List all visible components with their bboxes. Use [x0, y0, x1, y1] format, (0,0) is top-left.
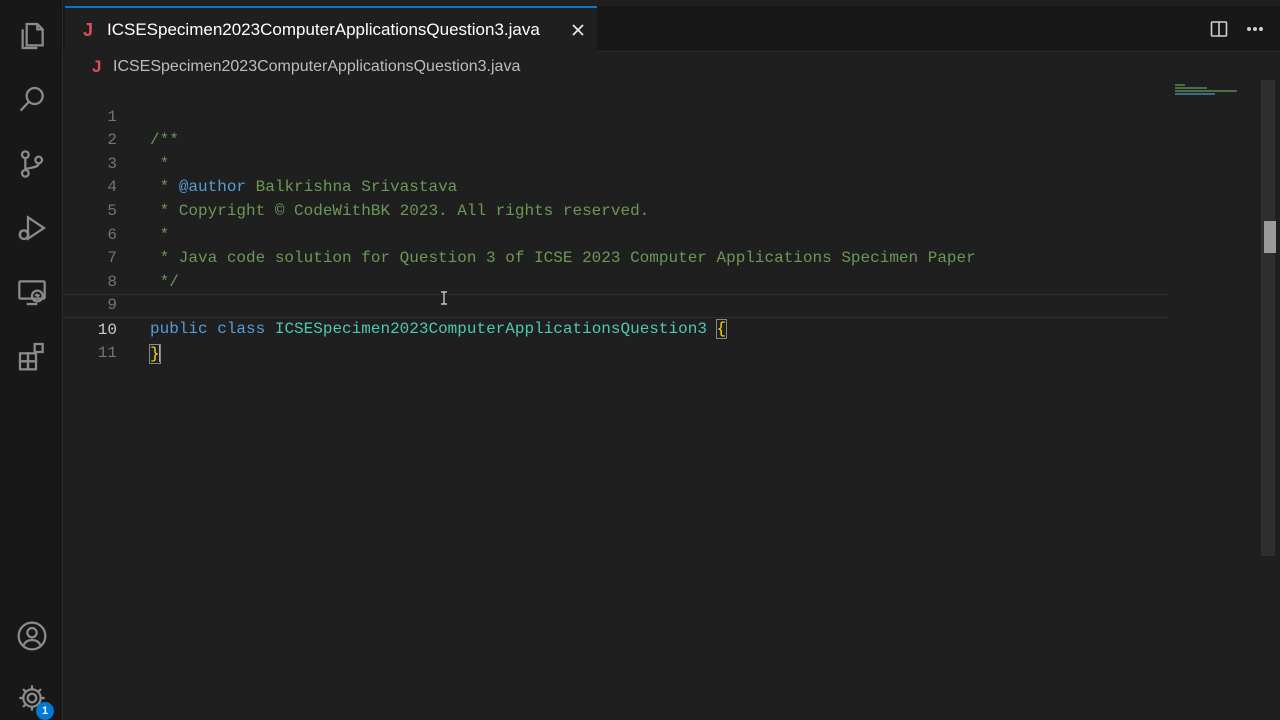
- code-line: 2 *: [63, 106, 1168, 173]
- mouse-ibeam-cursor-icon: [439, 291, 449, 305]
- code-text: }: [149, 343, 161, 367]
- text-cursor: [158, 344, 161, 363]
- account-icon[interactable]: [14, 618, 50, 654]
- remote-explorer-icon[interactable]: [14, 274, 50, 310]
- minimap[interactable]: [1172, 82, 1242, 102]
- explorer-icon[interactable]: [14, 18, 50, 54]
- java-file-icon: J: [92, 57, 102, 76]
- tab-java-file[interactable]: J ICSESpecimen2023ComputerApplicationsQu…: [65, 6, 597, 52]
- editor-tab-bar: J ICSESpecimen2023ComputerApplicationsQu…: [63, 6, 1280, 52]
- code-line: 5 *: [63, 176, 1168, 244]
- code-line: 11: [63, 318, 1168, 362]
- run-debug-icon[interactable]: [14, 210, 50, 246]
- editor-actions: [1208, 18, 1266, 40]
- code-line: 8: [63, 247, 1168, 291]
- close-icon[interactable]: [567, 19, 589, 41]
- split-editor-icon[interactable]: [1208, 18, 1230, 40]
- breadcrumb-file-label[interactable]: ICSESpecimen2023ComputerApplicationsQues…: [113, 58, 520, 76]
- code-line: 3 * @author Balkrishna Srivastava: [63, 129, 1168, 197]
- code-editor[interactable]: 1 /** 2 * 3 * @author Balkrishna Srivast…: [63, 80, 1263, 720]
- breadcrumb[interactable]: J ICSESpecimen2023ComputerApplicationsQu…: [92, 56, 520, 78]
- code-line: 7 */: [63, 224, 1168, 291]
- line-number: 11: [97, 343, 117, 362]
- settings-update-badge: 1: [36, 702, 54, 720]
- source-control-icon[interactable]: [14, 146, 50, 182]
- code-line: 1 /**: [63, 82, 1168, 150]
- code-line: 9 public class ICSESpecimen2023ComputerA…: [63, 271, 1168, 339]
- search-icon[interactable]: [14, 82, 50, 118]
- tab-label: ICSESpecimen2023ComputerApplicationsQues…: [107, 20, 540, 39]
- code-line-current: 10 }: [63, 294, 1168, 364]
- code-line: 6 * Java code solution for Question 3 of…: [63, 200, 1168, 268]
- more-actions-icon[interactable]: [1244, 18, 1266, 40]
- settings-gear-icon[interactable]: 1: [14, 680, 54, 720]
- java-file-icon: J: [83, 19, 94, 40]
- code-line: 4 * Copyright © CodeWithBK 2023. All rig…: [63, 153, 1168, 220]
- scrollbar-thumb[interactable]: [1264, 221, 1276, 253]
- extensions-icon[interactable]: [14, 338, 50, 374]
- vertical-scrollbar[interactable]: [1261, 80, 1275, 556]
- vscode-window: 1 J ICSESpecimen2023ComputerApplications…: [0, 0, 1280, 720]
- activity-bar: 1: [0, 0, 63, 720]
